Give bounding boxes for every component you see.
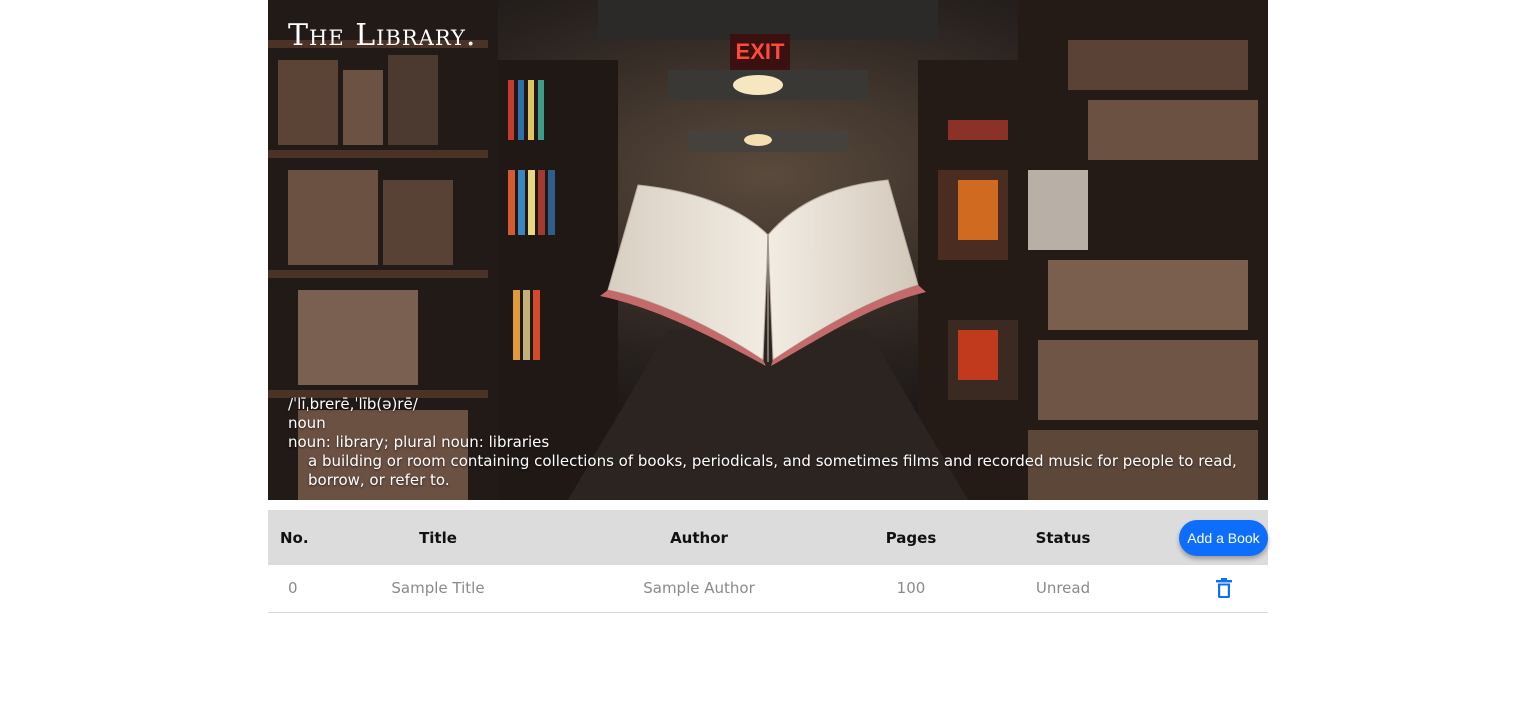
exit-sign-text: EXIT [735,39,785,64]
header-no: No. [280,528,309,547]
cell-title: Sample Title [391,579,485,598]
add-book-button[interactable]: Add a Book [1179,519,1268,556]
header-actions: Add a Book [1179,510,1268,565]
header-author: Author [670,528,728,547]
header-pages: Pages [885,528,937,547]
cell-author: Sample Author [643,579,755,598]
definition-meaning: a building or room containing collection… [308,452,1237,489]
definition-pronunciation: /ˈlīˌbrerē,ˈlīb(ə)rē/ [288,395,418,413]
cell-no: 0 [288,579,298,598]
definition-part-of-speech: noun [288,414,326,432]
books-table-container: No. Title Author Pages Status Add a Book… [268,510,1268,613]
trash-icon[interactable] [1215,578,1233,599]
cell-status[interactable]: Unread [947,565,1179,612]
header-title: Title [419,528,457,547]
cell-pages: 100 [896,579,926,598]
hero-banner: The Library. /ˈlīˌbrerē,ˈlīb(ə)rē/ noun … [268,0,1268,500]
books-table: No. Title Author Pages Status Add a Book… [268,510,1268,613]
table-header-row: No. Title Author Pages Status Add a Book [268,510,1268,565]
definition-forms: noun: library; plural noun: libraries [288,433,550,451]
cell-delete [1179,565,1268,612]
site-title: The Library. [288,18,477,53]
table-row: 0 Sample Title Sample Author 100 Unread [268,565,1268,612]
library-definition: /ˈlīˌbrerē,ˈlīb(ə)rē/ noun noun: library… [288,395,1248,490]
page: The Library. /ˈlīˌbrerē,ˈlīb(ə)rē/ noun … [0,0,1531,717]
header-status: Status [1035,528,1091,547]
